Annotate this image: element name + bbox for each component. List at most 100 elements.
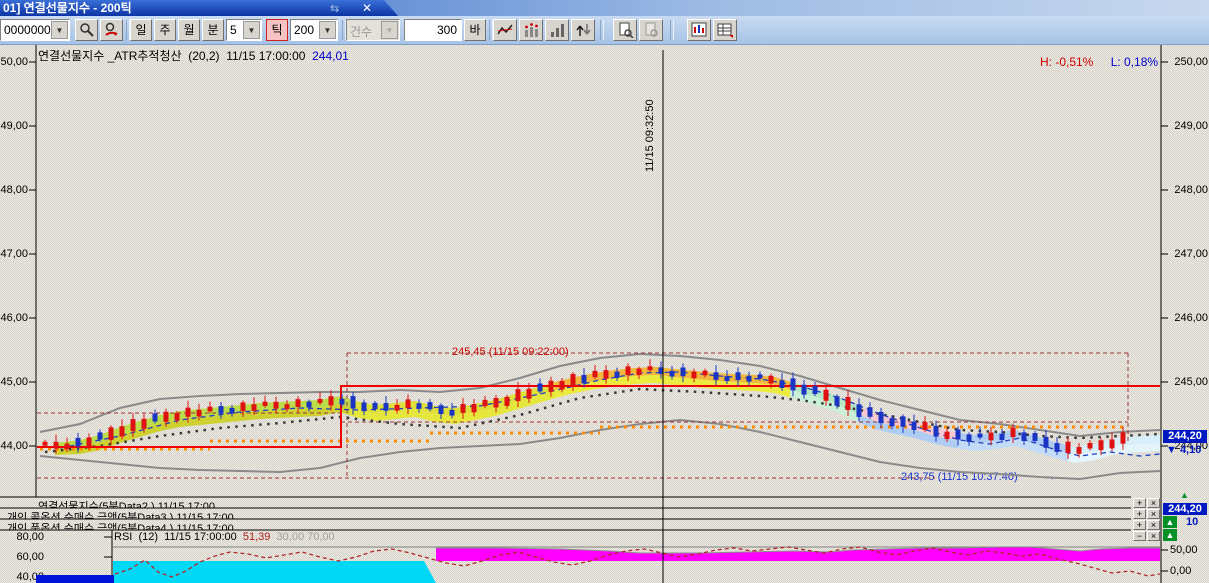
updown-button[interactable] — [571, 19, 595, 41]
code-value: 00000000 — [4, 23, 57, 37]
period-minute-button[interactable]: 분 — [202, 19, 224, 41]
axis-tick-label: 244,00 — [0, 440, 28, 452]
panel1-close-button[interactable]: × — [1147, 498, 1160, 508]
high-low-readout: H: -0,51% L: 0,18% — [1040, 55, 1158, 69]
tick-combobox[interactable]: 200 ▼ — [290, 19, 338, 41]
minute-value: 5 — [230, 23, 237, 37]
rsi-legend: RSI (12) 11/15 17:00:00 51,39 30,00 70,0… — [114, 531, 335, 543]
chevron-down-icon: ▼ — [381, 21, 398, 39]
axis-tick-label: 248,00 — [0, 184, 28, 196]
indicator-params: (20,2) — [188, 49, 219, 63]
close-icon[interactable]: ✕ — [362, 0, 372, 16]
chart-plot — [0, 0, 1209, 583]
high-percent: H: -0,51% — [1040, 55, 1093, 69]
price-change-label: ▼ 4,10 — [1166, 444, 1201, 456]
rsi-badge-sub: 10 — [1186, 516, 1198, 528]
count-combobox: 건수 ▼ — [346, 19, 400, 41]
lower-stop-annotation: 243,75 (11/15 10:37:40) — [901, 471, 1018, 483]
axis-tick-label: 248,00 — [1170, 184, 1208, 196]
code-combobox[interactable]: 00000000 ▼ — [0, 19, 70, 41]
axis-tick-label: 247,00 — [1170, 248, 1208, 260]
panel3-expand-button[interactable]: + — [1133, 520, 1146, 530]
grid-settings-button[interactable] — [713, 19, 737, 41]
arrow-right-icon: → — [1044, 469, 1056, 483]
chevron-down-icon[interactable]: ▼ — [243, 21, 260, 39]
period-month-button[interactable]: 월 — [178, 19, 200, 41]
rsi-name: RSI — [114, 531, 132, 543]
line-chart-icon — [497, 22, 514, 38]
panel-data3-label[interactable]: 개인 콜옵션 순매수 금액(5분Data3 ) 11/15 17:00 — [7, 509, 234, 519]
indicator-time: 11/15 17:00:00 — [226, 49, 305, 63]
line-chart-button[interactable] — [493, 19, 517, 41]
window-title: 01] 연결선물지수 - 200틱 — [3, 0, 132, 16]
toolbar-separator — [670, 20, 674, 40]
document-icon — [617, 22, 634, 38]
bottom-blue-strip — [36, 575, 114, 583]
axis-tick-label: 0,00 — [1170, 565, 1208, 577]
mini-chart-button[interactable] — [687, 19, 711, 41]
axis-tick-label: 249,00 — [1170, 120, 1208, 132]
rsi-close-button[interactable]: × — [1147, 531, 1160, 541]
axis-tick-label: 246,00 — [1170, 312, 1208, 324]
rsi-collapse-button[interactable]: − — [1133, 531, 1146, 541]
axis-tick-label: 250,00 — [1170, 56, 1208, 68]
panel2-expand-button[interactable]: + — [1133, 509, 1146, 519]
axis-tick-label: 249,00 — [0, 120, 28, 132]
window-tab[interactable]: 01] 연결선물지수 - 200틱 ⇆ ✕ — [0, 0, 398, 16]
document-icon — [643, 22, 660, 38]
search-icon — [79, 22, 95, 38]
mini-chart-icon — [691, 22, 708, 38]
bar-apply-button[interactable]: 바 — [464, 19, 486, 41]
rsi-time: 11/15 17:00:00 — [164, 531, 237, 543]
tick-value: 200 — [294, 23, 314, 37]
doc-zoom-button[interactable] — [613, 19, 637, 41]
title-bar: 01] 연결선물지수 - 200틱 ⇆ ✕ — [0, 0, 1209, 16]
search-recent-button[interactable] — [100, 19, 123, 41]
low-percent: L: 0,18% — [1111, 55, 1158, 69]
axis-tick-label: 60,00 — [0, 551, 44, 563]
period-tick-button[interactable]: 틱 — [266, 19, 288, 41]
toolbar: 00000000 ▼ 일 주 월 분 5 ▼ 틱 200 ▼ 건수 ▼ 300 … — [0, 16, 1209, 45]
volume-bars-icon — [549, 22, 566, 38]
rsi-value: 51,39 — [243, 531, 271, 543]
up-down-arrows-icon — [575, 22, 592, 38]
rsi-bands: 30,00 70,00 — [277, 531, 335, 543]
indicator-value: 244,01 — [312, 49, 349, 63]
axis-tick-label: 247,00 — [0, 248, 28, 260]
bar-dots-icon — [523, 22, 540, 38]
panel1-expand-button[interactable]: + — [1133, 498, 1146, 508]
doc-disabled-button — [639, 19, 663, 41]
axis-tick-label: 245,00 — [0, 376, 28, 388]
chevron-down-icon[interactable]: ▼ — [51, 21, 68, 39]
chevron-down-icon[interactable]: ▼ — [319, 21, 336, 39]
green-marker-badge: ▲ — [1163, 529, 1177, 541]
rsi-params: (12) — [138, 531, 158, 543]
chart-legend: 연결선물지수 _ATR추적청산 (20,2) 11/15 17:00:00 24… — [38, 47, 349, 64]
toolbar-separator — [600, 20, 604, 40]
panel-data2-label[interactable]: 연결선물지수(5분Data2 ) 11/15 17:00 — [38, 498, 215, 508]
crosshair-time-label: 11/15 09:32:50 — [644, 62, 658, 172]
rsi-price-badge: 244,20 — [1163, 503, 1207, 515]
axis-tick-label: 250,00 — [0, 56, 28, 68]
indicator-name: 연결선물지수 _ATR추적청산 — [38, 49, 182, 63]
minute-combobox[interactable]: 5 ▼ — [226, 19, 262, 41]
hts-chart-window: 01] 연결선물지수 - 200틱 ⇆ ✕ 00000000 ▼ 일 주 월 분… — [0, 0, 1209, 583]
bar-count-input[interactable]: 300 — [404, 19, 462, 41]
panel2-close-button[interactable]: × — [1147, 509, 1160, 519]
volume-chart-button[interactable] — [545, 19, 569, 41]
grid-icon — [717, 22, 734, 38]
bar-dots-chart-button[interactable] — [519, 19, 543, 41]
axis-tick-label: 245,00 — [1170, 376, 1208, 388]
up-marker-icon: ▲ — [1180, 490, 1189, 500]
swap-icon[interactable]: ⇆ — [330, 1, 339, 17]
panel-data4-label[interactable]: 개인 풋옵션 순매수 금액(5분Data4 ) 11/15 17:00 — [7, 520, 234, 530]
axis-tick-label: 80,00 — [0, 531, 44, 543]
count-label: 건수 — [350, 23, 372, 40]
period-day-button[interactable]: 일 — [130, 19, 152, 41]
search-button[interactable] — [75, 19, 98, 41]
search-arrow-icon — [104, 22, 120, 38]
current-price-badge: 244,20 — [1163, 430, 1207, 443]
panel3-close-button[interactable]: × — [1147, 520, 1160, 530]
period-week-button[interactable]: 주 — [154, 19, 176, 41]
green-marker-badge: ▲ — [1163, 516, 1177, 528]
